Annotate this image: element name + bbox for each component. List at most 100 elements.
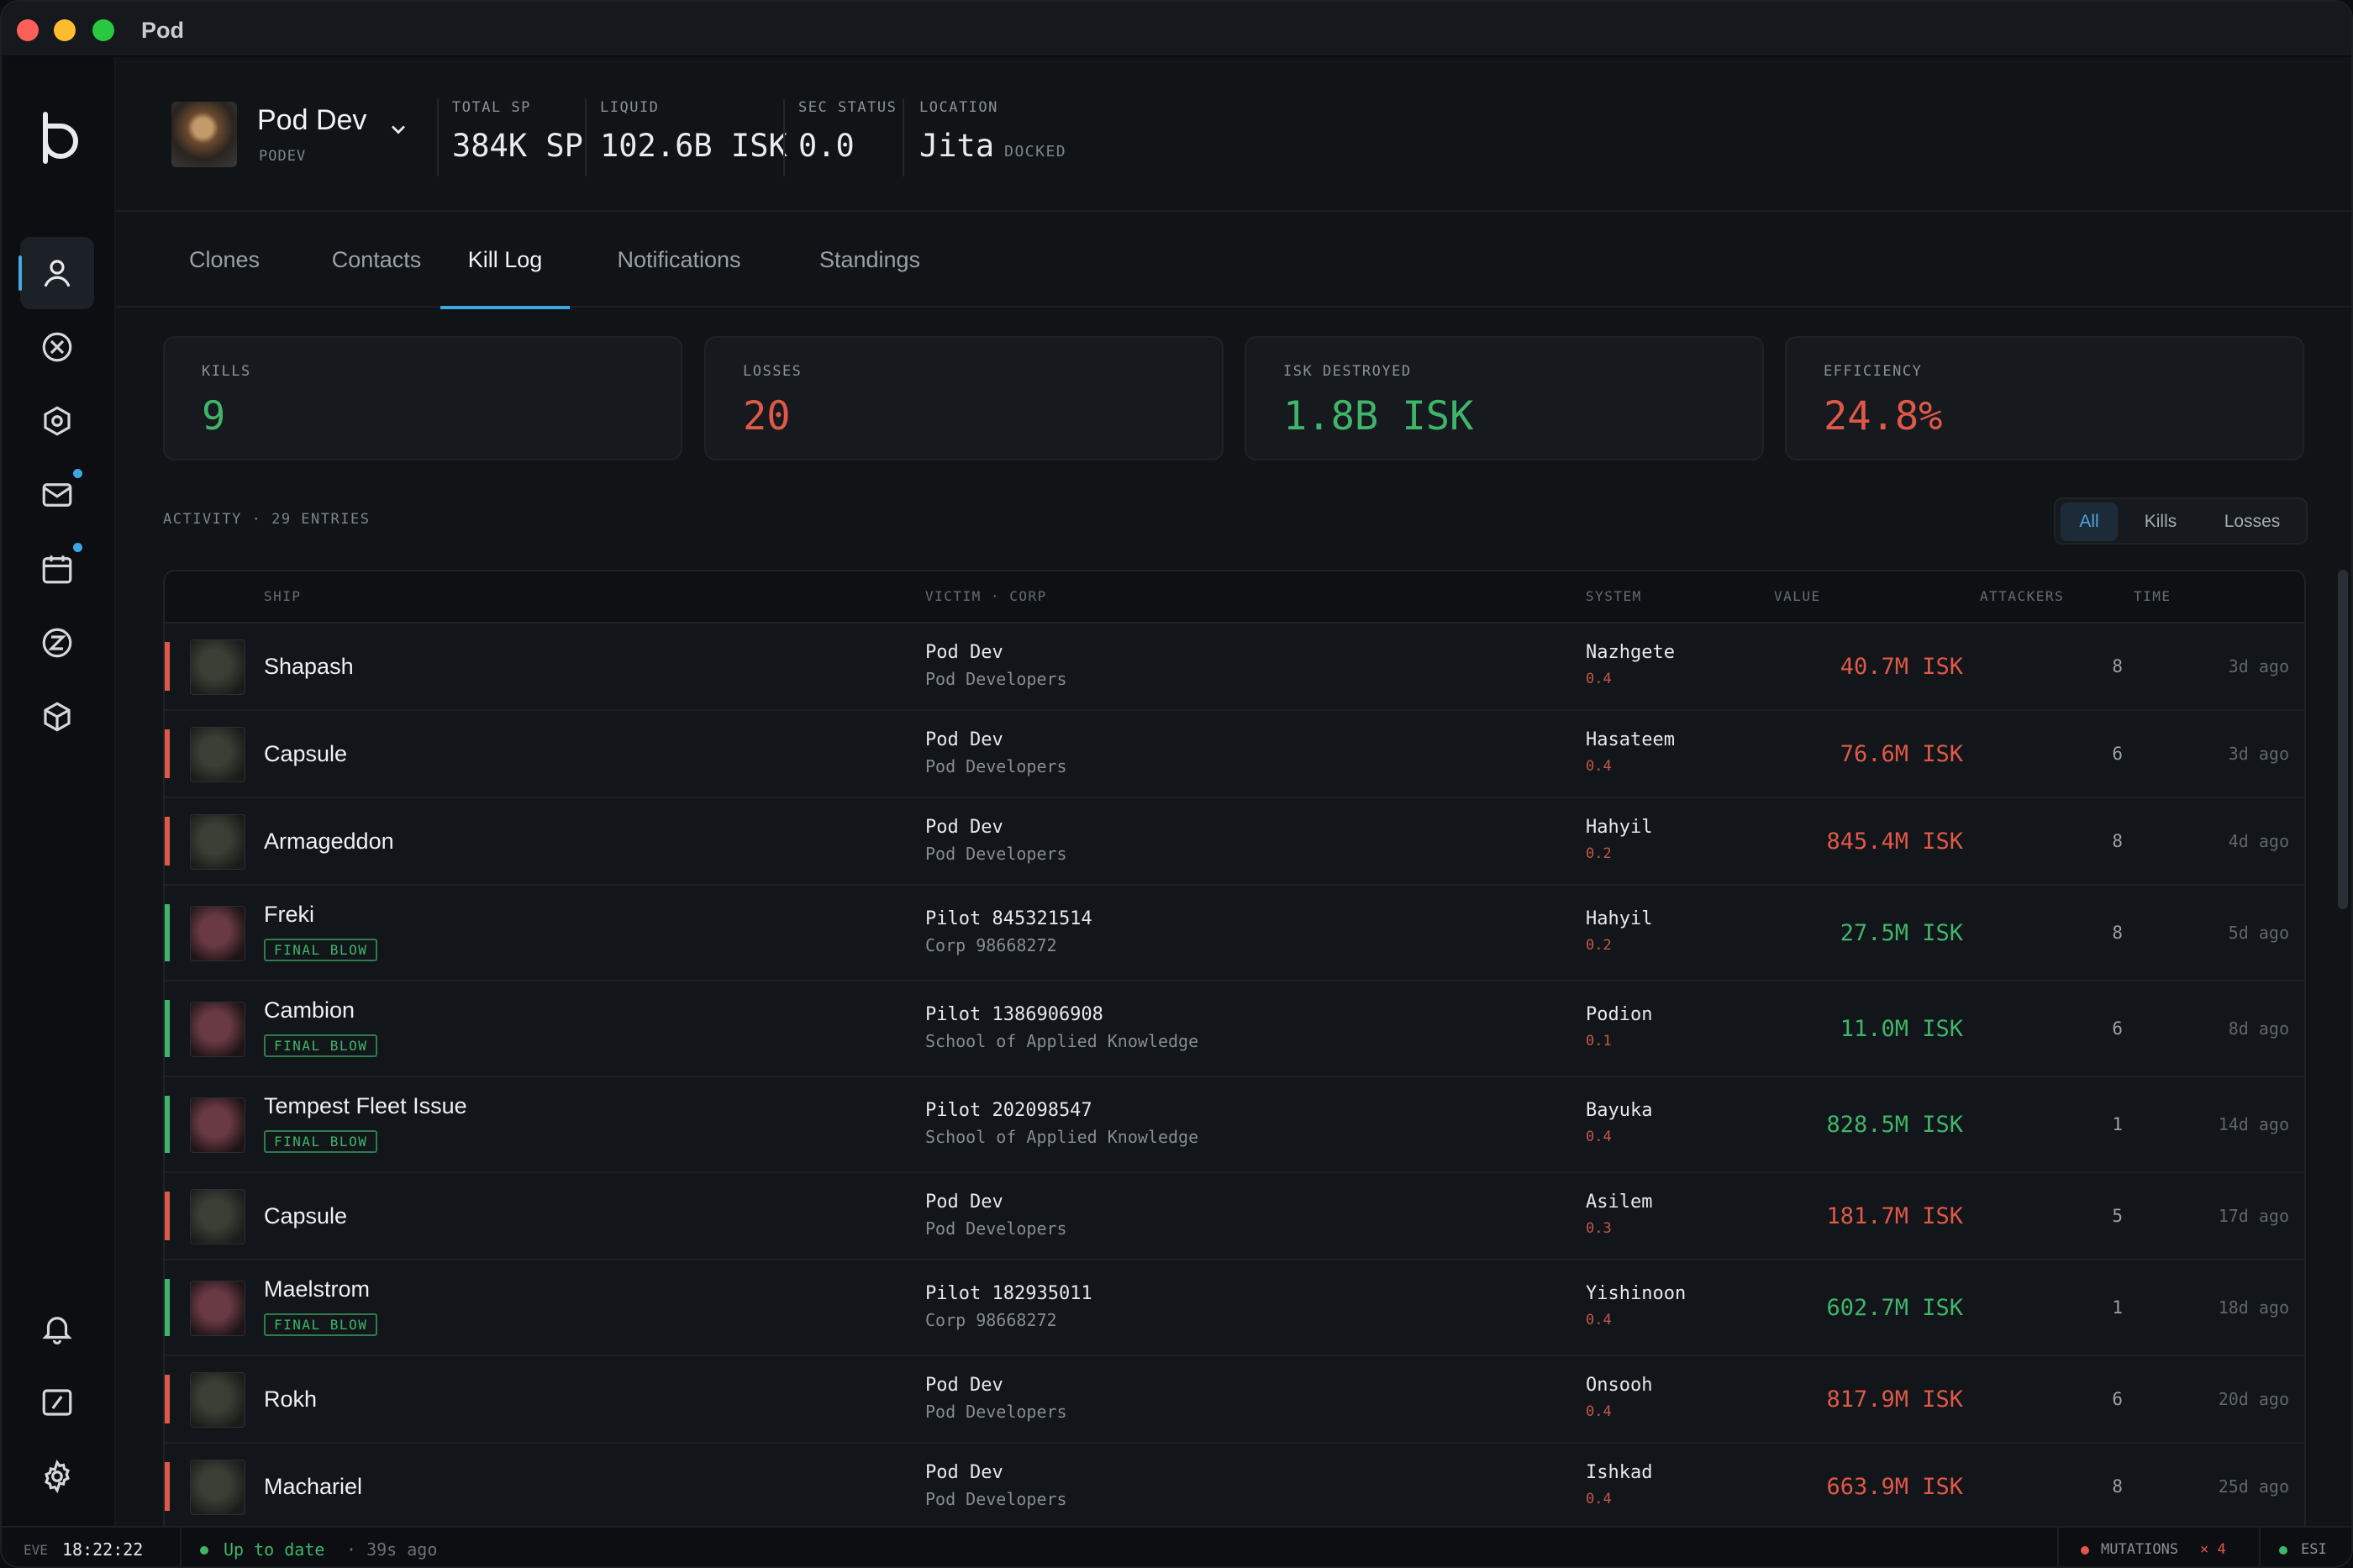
- isk-value: 11.0M ISK: [1840, 1016, 1963, 1042]
- victim-name[interactable]: Pod Dev: [925, 1462, 1003, 1483]
- ship-thumbnail: [190, 1460, 245, 1515]
- scrollbar-thumb[interactable]: [2338, 570, 2348, 909]
- system-name[interactable]: Hahyil: [1586, 817, 1652, 838]
- victim-corp[interactable]: Pod Developers: [925, 844, 1067, 864]
- ship-name[interactable]: Tempest Fleet Issue: [264, 1093, 467, 1119]
- ship-name[interactable]: Freki: [264, 902, 314, 928]
- victim-corp[interactable]: Pod Developers: [925, 1402, 1067, 1422]
- system-name[interactable]: Onsooh: [1586, 1375, 1652, 1396]
- tab-kill-log[interactable]: Kill Log: [440, 212, 570, 309]
- nav-dashboard[interactable]: [20, 1366, 94, 1439]
- summary-card-isk-destroyed: ISK DESTROYED 1.8B ISK: [1245, 336, 1764, 460]
- nav-mail[interactable]: [20, 459, 94, 531]
- bell-icon: [42, 1317, 72, 1345]
- table-row[interactable]: Rokh Pod Dev Pod Developers Onsooh 0.4 817.9M…: [165, 1356, 2304, 1444]
- nav-assets[interactable]: [20, 681, 94, 753]
- victim-corp[interactable]: Pod Developers: [925, 1489, 1067, 1509]
- header-system[interactable]: SYSTEM: [1586, 588, 1642, 604]
- nav-combat[interactable]: [20, 311, 94, 383]
- esi-status[interactable]: ESI: [2301, 1541, 2327, 1558]
- victim-name[interactable]: Pod Dev: [925, 1192, 1003, 1213]
- system-name[interactable]: Yishinoon: [1586, 1283, 1686, 1304]
- victim-corp[interactable]: Pod Developers: [925, 756, 1067, 776]
- system-name[interactable]: Hasateem: [1586, 729, 1675, 750]
- close-window-button[interactable]: [17, 19, 39, 41]
- ship-name[interactable]: Capsule: [264, 741, 347, 767]
- table-row[interactable]: Shapash Pod Dev Pod Developers Nazhgete 0.4 4…: [165, 624, 2304, 711]
- attacker-count: 8: [2112, 656, 2123, 676]
- victim-name[interactable]: Pilot 182935011: [925, 1283, 1092, 1304]
- victim-name[interactable]: Pilot 202098547: [925, 1100, 1092, 1121]
- attacker-count: 1: [2112, 1114, 2123, 1134]
- gear-icon: [45, 1459, 70, 1494]
- kill-loss-indicator: [165, 1462, 170, 1511]
- ship-thumbnail: [190, 1097, 245, 1153]
- tab-contacts[interactable]: Contacts: [303, 212, 450, 308]
- tab-clones[interactable]: Clones: [166, 212, 282, 308]
- header-victim[interactable]: VICTIM · CORP: [925, 588, 1047, 604]
- ship-name[interactable]: Machariel: [264, 1474, 362, 1500]
- filter-all[interactable]: All: [2061, 502, 2118, 541]
- table-row[interactable]: Capsule Pod Dev Pod Developers Asilem 0.3 181…: [165, 1173, 2304, 1260]
- system-name[interactable]: Ishkad: [1586, 1462, 1652, 1483]
- filter-kills[interactable]: Kills: [2123, 502, 2198, 541]
- nav-calendar[interactable]: [20, 533, 94, 605]
- victim-corp[interactable]: Corp 98668272: [925, 935, 1057, 955]
- victim-corp[interactable]: School of Applied Knowledge: [925, 1031, 1198, 1051]
- header-time[interactable]: TIME: [2134, 588, 2171, 604]
- kill-log-table: SHIP VICTIM · CORP SYSTEM VALUE ATTACKER…: [163, 570, 2306, 1528]
- ship-name[interactable]: Shapash: [264, 654, 354, 680]
- table-row[interactable]: Machariel Pod Dev Pod Developers Ishkad 0.4 6…: [165, 1444, 2304, 1526]
- filter-losses[interactable]: Losses: [2203, 502, 2301, 541]
- nav-notifications[interactable]: [20, 1292, 94, 1365]
- table-row[interactable]: Cambion FINAL BLOW Pilot 1386906908 School …: [165, 981, 2304, 1077]
- table-row[interactable]: Tempest Fleet Issue FINAL BLOW Pilot 20209…: [165, 1077, 2304, 1173]
- isk-value: 663.9M ISK: [1826, 1474, 1963, 1500]
- nav-skills[interactable]: [20, 385, 94, 457]
- system-name[interactable]: Bayuka: [1586, 1100, 1652, 1121]
- kill-loss-indicator: [165, 729, 170, 778]
- ship-name[interactable]: Rokh: [264, 1386, 317, 1413]
- ship-name[interactable]: Cambion: [264, 997, 355, 1023]
- victim-name[interactable]: Pod Dev: [925, 817, 1003, 838]
- victim-name[interactable]: Pilot 1386906908: [925, 1004, 1103, 1025]
- chevron-down-icon[interactable]: [387, 118, 410, 141]
- system-name[interactable]: Asilem: [1586, 1192, 1652, 1213]
- ship-name[interactable]: Capsule: [264, 1203, 347, 1229]
- table-row[interactable]: Freki FINAL BLOW Pilot 845321514 Corp 98668…: [165, 886, 2304, 981]
- nav-settings[interactable]: [20, 1440, 94, 1513]
- header-ship[interactable]: SHIP: [264, 588, 302, 604]
- system-name[interactable]: Nazhgete: [1586, 642, 1675, 663]
- stat-liquid: LIQUID 102.6B ISK: [600, 99, 787, 164]
- victim-name[interactable]: Pilot 845321514: [925, 908, 1092, 929]
- victim-name[interactable]: Pod Dev: [925, 1375, 1003, 1396]
- tab-standings[interactable]: Standings: [782, 212, 958, 308]
- system-name[interactable]: Hahyil: [1586, 908, 1652, 929]
- mutations-label[interactable]: MUTATIONS: [2101, 1541, 2178, 1558]
- victim-corp[interactable]: Pod Developers: [925, 669, 1067, 689]
- ship-thumbnail: [190, 814, 245, 870]
- header-attackers[interactable]: ATTACKERS: [1980, 588, 2064, 604]
- header-value[interactable]: VALUE: [1774, 588, 1821, 604]
- minimize-window-button[interactable]: [54, 19, 76, 41]
- card-value: 1.8B ISK: [1283, 393, 1474, 439]
- victim-corp[interactable]: School of Applied Knowledge: [925, 1127, 1198, 1147]
- tab-notifications[interactable]: Notifications: [576, 212, 782, 308]
- victim-corp[interactable]: Corp 98668272: [925, 1310, 1057, 1330]
- victim-name[interactable]: Pod Dev: [925, 642, 1003, 663]
- pod-logo-icon[interactable]: [32, 108, 86, 168]
- zoom-window-button[interactable]: [92, 19, 114, 41]
- sync-status-dot: [200, 1546, 208, 1555]
- system-name[interactable]: Podion: [1586, 1004, 1652, 1025]
- table-row[interactable]: Capsule Pod Dev Pod Developers Hasateem 0.4 7…: [165, 711, 2304, 798]
- ship-name[interactable]: Maelstrom: [264, 1276, 370, 1302]
- victim-corp[interactable]: Pod Developers: [925, 1218, 1067, 1239]
- table-row[interactable]: Maelstrom FINAL BLOW Pilot 182935011 Corp 9…: [165, 1260, 2304, 1356]
- character-avatar[interactable]: [171, 102, 237, 167]
- security-status: 0.4: [1586, 1129, 1612, 1145]
- nav-character[interactable]: [18, 237, 94, 309]
- ship-name[interactable]: Armageddon: [264, 829, 394, 855]
- table-row[interactable]: Armageddon Pod Dev Pod Developers Hahyil 0.2…: [165, 798, 2304, 886]
- nav-wallet[interactable]: [20, 607, 94, 679]
- victim-name[interactable]: Pod Dev: [925, 729, 1003, 750]
